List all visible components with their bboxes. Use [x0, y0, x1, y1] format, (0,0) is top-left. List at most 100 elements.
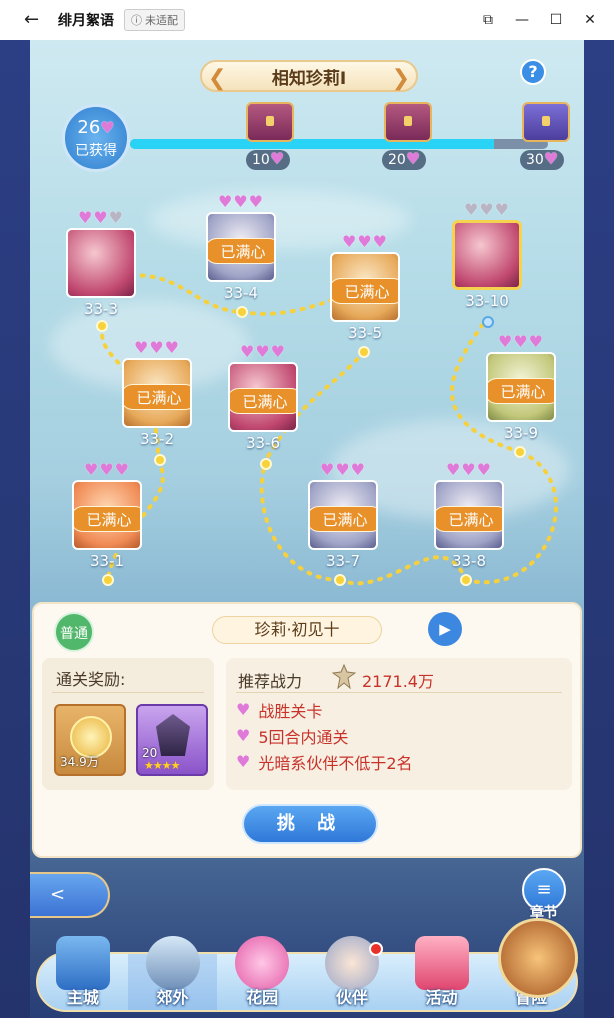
close-button[interactable]: ✕: [582, 12, 598, 28]
full-hearts-tag: 已满心: [74, 506, 140, 532]
recommended-power-value: 2171.4万: [362, 672, 434, 691]
notification-dot: [368, 942, 383, 956]
heart-icon: ♥: [255, 342, 271, 361]
stage-label: 33-5: [347, 324, 383, 342]
stage-node-33-3[interactable]: ♥♥♥ 33-3: [66, 208, 136, 318]
compass-icon: [145, 936, 200, 990]
heart-icon: ♥: [270, 342, 287, 361]
nav-label: 花园: [246, 988, 279, 1007]
minimize-button[interactable]: —: [514, 12, 530, 28]
stage-label: 33-4: [223, 284, 259, 302]
heart-icon: ♥: [217, 192, 234, 211]
divider: [236, 692, 562, 693]
heart-icon: ♥: [83, 460, 100, 479]
nav-event[interactable]: 活动: [397, 936, 487, 1010]
stage-hearts: ♥♥♥: [330, 232, 400, 250]
info-icon: ⓘ: [131, 14, 142, 27]
stage-hearts: ♥♥♥: [434, 460, 504, 478]
heart-icon: ♥: [114, 460, 131, 479]
path-node: [358, 346, 370, 358]
stage-portrait: 已满心: [330, 252, 400, 322]
stage-hearts: ♥♥♥: [122, 338, 192, 356]
heart-icon: ♥: [236, 752, 251, 771]
nav-label: 郊外: [156, 988, 189, 1007]
heart-icon: ♥: [513, 332, 529, 351]
stage-label: 33-6: [245, 434, 281, 452]
stage-hearts: ♥♥♥: [72, 460, 142, 478]
stage-node-33-9[interactable]: ♥♥♥ 已满心 33-9: [486, 332, 556, 442]
nav-label: 主城: [66, 988, 99, 1007]
stage-name: 珍莉·初见十: [212, 616, 382, 644]
stage-node-33-8[interactable]: ♥♥♥ 已满心 33-8: [434, 460, 504, 570]
path-node: [102, 574, 114, 586]
heart-icon: ♥: [133, 338, 150, 357]
heart-icon: ♥: [479, 200, 495, 219]
stage-portrait: 已满心: [228, 362, 298, 432]
path-node-current: [482, 316, 494, 328]
heart-icon: ♥: [248, 192, 265, 211]
heart-icon: ♥: [494, 200, 511, 219]
stage-node-33-2[interactable]: ♥♥♥ 已满心 33-2: [122, 338, 192, 448]
adventure-orb-icon[interactable]: [498, 918, 578, 998]
back-icon[interactable]: ←: [24, 10, 44, 30]
heart-icon: ♥: [463, 200, 480, 219]
mode-badge[interactable]: 普通: [54, 612, 94, 652]
stage-hearts: ♥♥♥: [66, 208, 136, 226]
heart-icon: ♥: [77, 208, 94, 227]
bottom-nav: 主城 郊外 花园 伙伴 活动 冒险: [36, 936, 578, 1012]
stage-portrait: 已满心: [122, 358, 192, 428]
nav-partner[interactable]: 伙伴: [307, 936, 397, 1010]
path-node: [96, 320, 108, 332]
heart-icon: ♥: [372, 232, 389, 251]
heart-garden-icon: [235, 936, 290, 990]
path-node: [514, 446, 526, 458]
heart-icon: ♥: [99, 460, 115, 479]
recommended-power-label: 推荐战力: [238, 672, 303, 691]
stage-portrait: 已满心: [434, 480, 504, 550]
stage-node-33-10[interactable]: ♥♥♥ 33-10: [452, 200, 522, 310]
stage-node-33-4[interactable]: ♥♥♥ 已满心 33-4: [206, 192, 276, 302]
heart-icon: ♥: [341, 232, 358, 251]
right-backdrop: [584, 40, 614, 1018]
nav-garden[interactable]: 花园: [217, 936, 307, 1010]
heart-icon: ♥: [236, 726, 251, 745]
heart-icon: ♥: [319, 460, 336, 479]
nav-label: 伙伴: [335, 988, 368, 1007]
heart-icon: ♥: [350, 460, 367, 479]
stage-hearts: ♥♥♥: [308, 460, 378, 478]
sword-icon: [332, 664, 356, 690]
heart-icon: ♥: [149, 338, 165, 357]
game-stage: ❮ 相知珍莉Ⅰ ❯ ? 26♥ 已获得 10♥ 20♥ 30♥ ♥♥♥ 33-3…: [30, 40, 584, 1018]
collapse-tab[interactable]: <: [30, 872, 110, 918]
path-node: [236, 306, 248, 318]
window-title: 绯月絮语: [58, 13, 114, 29]
reward-item-coin[interactable]: 34.9万: [54, 704, 126, 776]
video-camera-icon[interactable]: ▶: [428, 612, 462, 646]
maximize-button[interactable]: ☐: [548, 12, 564, 28]
path-node: [154, 454, 166, 466]
stage-node-33-6[interactable]: ♥♥♥ 已满心 33-6: [228, 342, 298, 452]
stage-portrait: 已满心: [308, 480, 378, 550]
heart-icon: ♥: [357, 232, 373, 251]
stage-node-33-5[interactable]: ♥♥♥ 已满心 33-5: [330, 232, 400, 342]
stage-portrait: [66, 228, 136, 298]
heart-icon: ♥: [108, 208, 125, 227]
stage-node-33-7[interactable]: ♥♥♥ 已满心 33-7: [308, 460, 378, 570]
condition-text: 5回合内通关: [258, 728, 349, 747]
stage-label: 33-1: [89, 552, 125, 570]
pin-icon[interactable]: ⧉: [480, 12, 496, 28]
challenge-button[interactable]: 挑 战: [242, 804, 378, 844]
nav-outskirts[interactable]: 郊外: [127, 936, 218, 1010]
stage-node-33-1[interactable]: ♥♥♥ 已满心 33-1: [72, 460, 142, 570]
heart-icon: ♥: [497, 332, 514, 351]
reward-qty: 34.9万: [60, 755, 99, 769]
nav-main-city[interactable]: 主城: [38, 936, 128, 1010]
reward-item-crystal[interactable]: 20 ★★★★: [136, 704, 208, 776]
full-hearts-tag: 已满心: [436, 506, 502, 532]
heart-icon: ♥: [335, 460, 351, 479]
stage-hearts: ♥♥♥: [452, 200, 522, 218]
stage-hearts: ♥♥♥: [486, 332, 556, 350]
coin-icon: [70, 716, 112, 758]
window-titlebar: ← 绯月絮语 ⓘ 未适配 ⧉ — ☐ ✕: [0, 0, 614, 40]
stage-portrait: 已满心: [206, 212, 276, 282]
